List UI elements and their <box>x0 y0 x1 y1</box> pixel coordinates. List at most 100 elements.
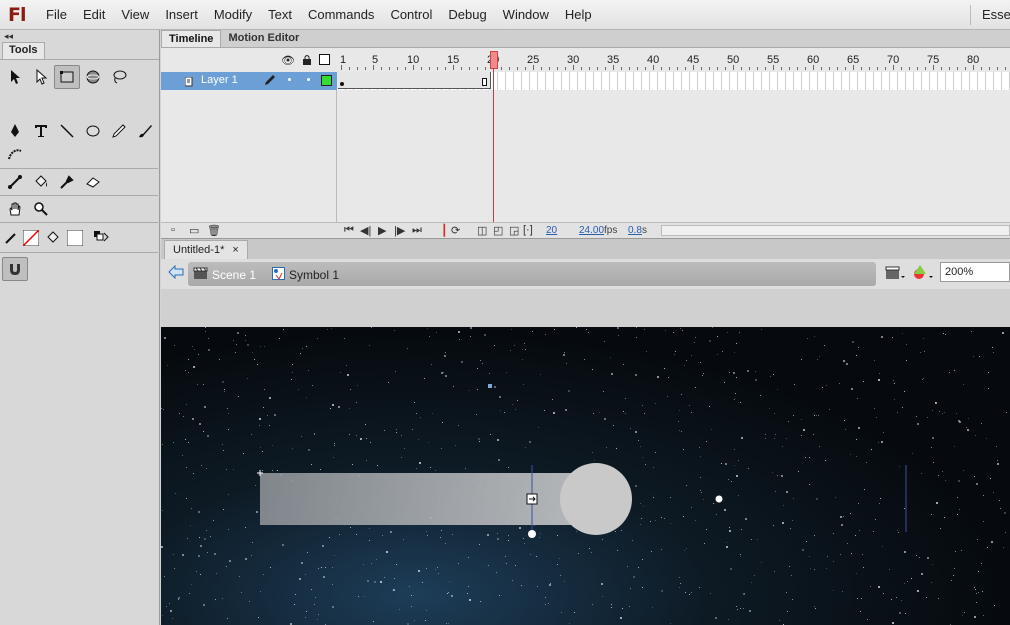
3d-rotation-tool-icon[interactable] <box>80 65 106 89</box>
zoom-input[interactable]: 200% <box>940 262 1010 282</box>
ruler-tick <box>909 67 910 70</box>
pencil-tool-icon[interactable] <box>106 119 132 143</box>
fill-color-icon[interactable] <box>42 226 64 250</box>
timeline-scrollbar[interactable] <box>661 225 1010 236</box>
go-to-last-frame-icon[interactable]: ⏭ <box>412 224 422 237</box>
comet-head[interactable] <box>560 463 632 535</box>
modify-markers-icon[interactable]: [·] <box>523 224 533 236</box>
edit-symbols-icon[interactable] <box>912 264 934 284</box>
edit-scene-icon[interactable] <box>885 265 905 284</box>
menu-file[interactable]: File <box>38 7 75 22</box>
visibility-dot[interactable] <box>288 78 291 81</box>
lock-dot[interactable] <box>307 78 310 81</box>
symbol-origin-point[interactable] <box>528 530 536 538</box>
tab-motion-editor[interactable]: Motion Editor <box>221 30 306 47</box>
fill-swatch[interactable] <box>64 226 86 250</box>
ruler-tick <box>893 65 894 70</box>
deco-tool-icon[interactable] <box>2 143 28 167</box>
elapsed-time[interactable]: 0.8 <box>628 225 642 236</box>
step-forward-icon[interactable]: |▶ <box>394 224 405 237</box>
menu-help[interactable]: Help <box>557 7 600 22</box>
onion-outlines-icon[interactable]: ◰ <box>493 224 503 237</box>
close-icon[interactable]: × <box>232 244 238 257</box>
document-tab[interactable]: Untitled-1* × <box>164 240 248 260</box>
menu-view[interactable]: View <box>113 7 157 22</box>
pasteboard <box>161 289 1010 327</box>
tools-panel-tab[interactable]: Tools <box>2 42 45 59</box>
elapsed-unit: s <box>642 225 647 236</box>
stage[interactable] <box>161 327 1010 625</box>
hand-tool-icon[interactable] <box>2 197 28 221</box>
layer-color-box[interactable] <box>321 75 332 86</box>
menu-debug[interactable]: Debug <box>440 7 494 22</box>
breadcrumb-symbol[interactable]: Symbol 1 <box>272 267 339 283</box>
pen-tool-icon[interactable] <box>2 119 28 143</box>
go-to-first-frame-icon[interactable]: ⏮ <box>344 224 354 237</box>
ruler-tick <box>461 67 462 70</box>
tab-timeline[interactable]: Timeline <box>161 30 222 47</box>
text-tool-icon[interactable] <box>28 119 54 143</box>
outline-all-icon[interactable] <box>318 54 330 69</box>
eyedropper-tool-icon[interactable] <box>54 170 80 194</box>
ruler-tick <box>741 67 742 70</box>
ruler-tick <box>837 67 838 70</box>
line-tool-icon[interactable] <box>54 119 80 143</box>
frame-ruler[interactable]: 15101520253035404550556065707580 <box>338 50 1010 70</box>
collapse-panel-icon[interactable]: ◂◂ <box>4 31 13 42</box>
back-arrow-icon[interactable] <box>168 264 184 282</box>
oval-tool-icon[interactable] <box>80 119 106 143</box>
paint-bucket-tool-icon[interactable] <box>28 170 54 194</box>
brush-tool-icon[interactable] <box>132 119 158 143</box>
ruler-tick <box>549 67 550 70</box>
menu-commands[interactable]: Commands <box>300 7 382 22</box>
workspace-switcher[interactable]: Essen <box>982 7 1010 22</box>
stroke-color-icon[interactable] <box>2 226 20 250</box>
symbol-icon <box>272 267 285 283</box>
edit-multiple-frames-icon[interactable]: ◲ <box>509 224 519 237</box>
lock-all-icon[interactable] <box>302 54 312 69</box>
center-frame-icon[interactable]: ┃ <box>441 224 448 237</box>
show-hide-all-icon[interactable]: 👁 <box>281 54 295 69</box>
layer-row[interactable]: Layer 1 <box>161 72 337 90</box>
ruler-tick <box>965 67 966 70</box>
subselection-tool-icon[interactable] <box>28 65 54 89</box>
layer-name[interactable]: Layer 1 <box>201 74 238 86</box>
ruler-tick <box>357 67 358 70</box>
onion-skin-icon[interactable]: ◫ <box>477 224 487 237</box>
snap-to-objects-icon[interactable] <box>2 257 28 281</box>
current-frame[interactable]: 20 <box>546 225 557 236</box>
ruler-tick <box>685 67 686 70</box>
frame-rate[interactable]: 24.00 <box>579 225 604 236</box>
motion-path-point[interactable] <box>715 495 723 503</box>
playhead[interactable] <box>490 51 498 69</box>
menu-insert[interactable]: Insert <box>157 7 206 22</box>
ruler-tick <box>973 65 974 70</box>
frame-span[interactable] <box>338 72 491 89</box>
new-folder-icon[interactable]: ▭ <box>189 224 199 237</box>
ruler-tick <box>341 65 342 70</box>
loop-icon[interactable]: ⟳ <box>451 224 460 237</box>
stroke-swatch[interactable] <box>20 226 42 250</box>
lasso-tool-icon[interactable] <box>106 65 132 89</box>
menu-control[interactable]: Control <box>382 7 440 22</box>
step-back-icon[interactable]: ◀| <box>360 224 371 237</box>
ruler-tick <box>669 67 670 70</box>
menu-edit[interactable]: Edit <box>75 7 113 22</box>
zoom-tool-icon[interactable] <box>28 197 54 221</box>
swap-colors-icon[interactable] <box>86 226 116 250</box>
breadcrumb-scene[interactable]: Scene 1 <box>193 267 256 283</box>
menu-modify[interactable]: Modify <box>206 7 260 22</box>
delete-layer-icon[interactable]: 🗑 <box>207 224 221 237</box>
eraser-tool-icon[interactable] <box>80 170 106 194</box>
menu-text[interactable]: Text <box>260 7 300 22</box>
play-icon[interactable]: ▶ <box>378 224 386 237</box>
free-transform-tool-icon[interactable] <box>54 65 80 89</box>
frames-area[interactable] <box>338 72 1010 90</box>
tool-row <box>2 225 116 251</box>
ruler-tick <box>405 67 406 70</box>
ruler-tick <box>565 67 566 70</box>
menu-window[interactable]: Window <box>495 7 557 22</box>
selection-tool-icon[interactable] <box>2 65 28 89</box>
bone-tool-icon[interactable] <box>2 170 28 194</box>
new-layer-icon[interactable]: ▫ <box>171 224 175 236</box>
